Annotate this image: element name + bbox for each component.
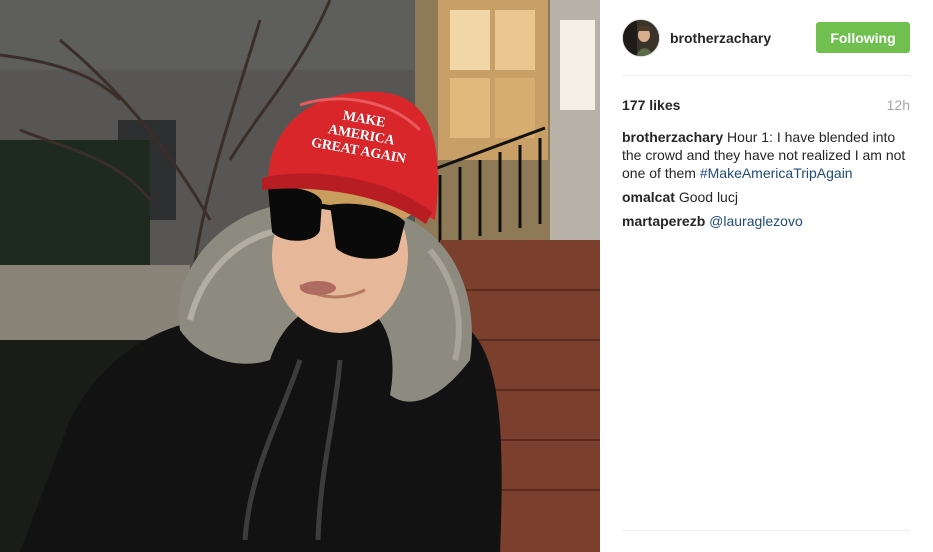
mention-link[interactable]: @lauraglezovo (709, 213, 803, 229)
hashtag-link[interactable]: #MakeAmericaTripAgain (700, 165, 853, 181)
instagram-post: MAKE AMERICA GREAT AGAIN brotherzachary … (0, 0, 933, 552)
profile-photo-icon (623, 19, 659, 56)
comment-text: Good lucj (678, 189, 738, 205)
post-timestamp[interactable]: 12h (887, 97, 910, 113)
likes-count[interactable]: 177 likes (622, 97, 680, 113)
comment-author[interactable]: omalcat (622, 189, 675, 205)
caption: brotherzachary Hour 1: I have blended in… (622, 128, 910, 182)
list-item: omalcat Good lucj (622, 188, 910, 206)
username[interactable]: brotherzachary (670, 30, 816, 46)
photo-illustration (0, 0, 600, 552)
comment-author[interactable]: martaperezb (622, 213, 705, 229)
post-sidebar: brotherzachary Following 177 likes 12h b… (600, 0, 933, 552)
post-photo[interactable]: MAKE AMERICA GREAT AGAIN (0, 0, 600, 552)
list-item: martaperezb @lauraglezovo (622, 212, 910, 230)
avatar[interactable] (622, 18, 660, 57)
divider (622, 530, 910, 531)
following-button[interactable]: Following (816, 22, 910, 53)
comment-list: brotherzachary Hour 1: I have blended in… (622, 128, 910, 230)
caption-author[interactable]: brotherzachary (622, 129, 723, 145)
post-header: brotherzachary Following (622, 0, 910, 76)
post-stats: 177 likes 12h (622, 95, 910, 115)
